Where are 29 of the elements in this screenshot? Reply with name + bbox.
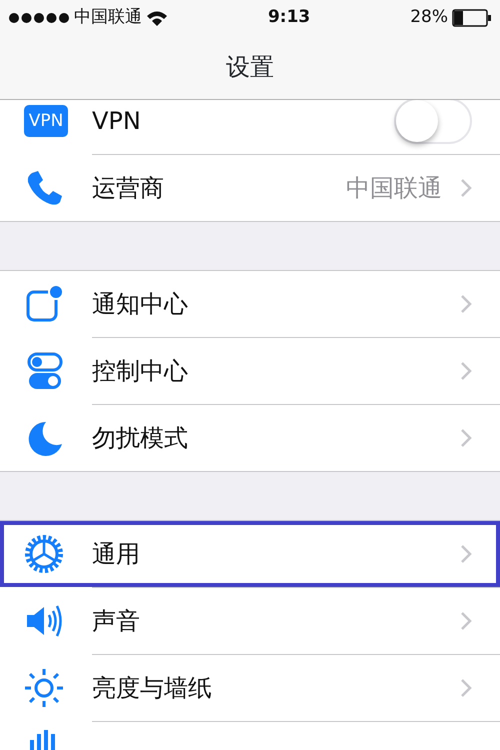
row-label: 运营商 (92, 173, 165, 204)
nav-title: 设置 (226, 52, 274, 83)
settings-row[interactable]: 通用 (0, 521, 500, 587)
vpn-badge: VPN (24, 105, 68, 137)
chevron-icon (460, 361, 472, 381)
row-label: 控制中心 (92, 356, 189, 387)
sun-icon (24, 668, 64, 708)
chevron-icon (460, 428, 472, 448)
chevron-icon (460, 294, 472, 314)
wifi-icon (146, 10, 168, 26)
notification-icon (24, 284, 64, 324)
chevron-icon (460, 678, 472, 698)
battery-percent: 28% (410, 6, 448, 29)
row-label: VPN (92, 106, 142, 137)
row-label: 勿扰模式 (92, 423, 189, 454)
chevron-icon (460, 611, 472, 631)
row-label: 亮度与墙纸 (92, 673, 213, 704)
status-time: 9:13 (266, 6, 312, 29)
row-label: 通知中心 (92, 289, 189, 320)
chevron-icon (460, 544, 472, 564)
gear-icon (24, 534, 64, 574)
row-value: 中国联通 (346, 173, 442, 204)
row-label: 通用 (92, 539, 141, 570)
signal-icon (8, 12, 70, 24)
chevron-icon (460, 178, 472, 198)
row-label: 声音 (92, 606, 141, 637)
carrier-name: 中国联通 (74, 6, 142, 29)
battery-icon (452, 8, 492, 26)
toggle-switch[interactable] (394, 100, 472, 144)
